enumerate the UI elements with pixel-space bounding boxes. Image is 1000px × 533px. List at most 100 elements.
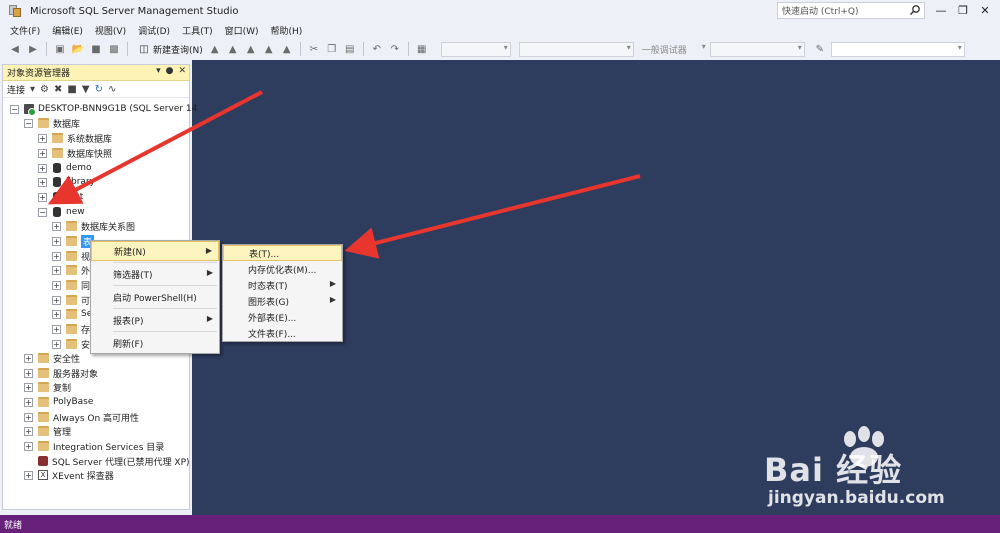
submenu-item-memory-optimized[interactable]: 内存优化表(M)...	[223, 261, 342, 277]
stop-icon[interactable]: ■	[67, 84, 76, 95]
menu-window[interactable]: 窗口(W)	[219, 24, 265, 37]
expand-icon[interactable]: +	[24, 397, 33, 407]
tree-node-test[interactable]: + test	[38, 190, 83, 204]
menu-file[interactable]: 文件(F)	[4, 24, 46, 37]
menu-item-new[interactable]: 新建(N) ▶	[91, 241, 219, 261]
platform-dropdown[interactable]	[518, 41, 634, 57]
expand-icon[interactable]: +	[52, 221, 61, 231]
expand-icon[interactable]: +	[38, 133, 47, 143]
menu-item-powershell[interactable]: 启动 PowerShell(H)	[91, 287, 219, 307]
tree-node-server[interactable]: − DESKTOP-BNN9G1B (SQL Server 14	[10, 102, 197, 116]
tree-node-storage[interactable]: + 存	[52, 322, 90, 336]
dmx-query-icon[interactable]: ▲	[244, 42, 258, 56]
menu-tools[interactable]: 工具(T)	[176, 24, 219, 37]
find-icon[interactable]: ✎	[813, 42, 827, 56]
tree-node-management[interactable]: + 管理	[24, 424, 71, 438]
tree-node-security[interactable]: + 安全性	[24, 351, 80, 365]
tree-node-db-diagrams[interactable]: + 数据库关系图	[52, 219, 135, 233]
expand-icon[interactable]: +	[38, 163, 47, 173]
tree-node-server-objects[interactable]: + 服务器对象	[24, 366, 98, 380]
tree-node-replication[interactable]: + 复制	[24, 380, 71, 394]
expand-icon[interactable]: +	[52, 309, 61, 319]
panel-close-icon[interactable]: ✕	[178, 66, 186, 76]
find-input[interactable]	[830, 41, 965, 57]
solution-config-dropdown[interactable]	[440, 41, 511, 57]
tree-node-external[interactable]: + 外	[52, 263, 90, 277]
quick-launch-input[interactable]: 快速启动 (Ctrl+Q)	[777, 2, 925, 19]
menu-debug[interactable]: 调试(D)	[132, 24, 176, 37]
forward-icon[interactable]: ▶	[26, 42, 40, 56]
open-file-icon[interactable]: 📂	[71, 42, 85, 56]
dropdown-icon[interactable]: ▾	[156, 66, 161, 76]
submenu-item-external[interactable]: 外部表(E)...	[223, 309, 342, 325]
menu-item-filter[interactable]: 筛选器(T) ▶	[91, 264, 219, 284]
menu-item-reports[interactable]: 报表(P) ▶	[91, 310, 219, 330]
connect-icon[interactable]: ⚙	[40, 84, 49, 95]
target-dropdown[interactable]	[709, 41, 805, 57]
tree-node-views[interactable]: + 视	[52, 249, 90, 263]
expand-icon[interactable]: +	[24, 441, 33, 451]
tree-node-demo[interactable]: + demo	[38, 161, 92, 175]
undo-icon[interactable]: ↶	[370, 42, 384, 56]
expand-icon[interactable]: +	[24, 382, 33, 392]
tree-node-service-broker[interactable]: + Se	[52, 307, 92, 321]
expand-icon[interactable]: +	[24, 470, 33, 480]
pin-icon[interactable]: ●	[166, 66, 174, 76]
tree-node-tables[interactable]: + 表	[52, 234, 95, 248]
screenshot-icon[interactable]: ▦	[415, 42, 429, 56]
close-icon[interactable]: ✕	[974, 2, 996, 18]
expand-icon[interactable]: +	[52, 295, 61, 305]
expand-icon[interactable]: +	[52, 265, 61, 275]
activity-icon[interactable]: ∿	[108, 84, 116, 95]
tree-node-xevent[interactable]: + X XEvent 探查器	[24, 468, 114, 482]
tree-node-integration-services[interactable]: + Integration Services 目录	[24, 439, 164, 453]
filter-icon[interactable]: ▼	[82, 84, 90, 95]
tree-node-system-databases[interactable]: + 系统数据库	[38, 131, 112, 145]
save-all-icon[interactable]: ▩	[107, 42, 121, 56]
new-query-button[interactable]: ◫ 新建查询(N)	[135, 42, 203, 56]
save-icon[interactable]: ■	[89, 42, 103, 56]
tree-node-db-snapshots[interactable]: + 数据库快照	[38, 146, 112, 160]
tree-node-databases[interactable]: − 数据库	[24, 116, 80, 130]
menu-view[interactable]: 视图(V)	[89, 24, 132, 37]
collapse-icon[interactable]: −	[24, 118, 33, 128]
collapse-icon[interactable]: −	[38, 207, 47, 217]
tree-node-synonyms[interactable]: + 同	[52, 278, 90, 292]
back-icon[interactable]: ◀	[8, 42, 22, 56]
paste-icon[interactable]: ▤	[343, 42, 357, 56]
debugger-dropdown[interactable]: 一般调试器	[638, 42, 708, 57]
expand-icon[interactable]: +	[24, 426, 33, 436]
expand-icon[interactable]: +	[52, 236, 61, 246]
expand-icon[interactable]: +	[38, 148, 47, 158]
copy-icon[interactable]: ❐	[325, 42, 339, 56]
mdx-query-icon[interactable]: ▲	[226, 42, 240, 56]
submenu-item-temporal[interactable]: 时态表(T) ▶	[223, 277, 342, 293]
tree-node-library[interactable]: + library	[38, 175, 95, 189]
submenu-item-graph[interactable]: 图形表(G) ▶	[223, 293, 342, 309]
dax-query-icon[interactable]: ▲	[280, 42, 294, 56]
tree-node-new[interactable]: − new	[38, 205, 85, 219]
expand-icon[interactable]: +	[38, 177, 47, 187]
xmla-query-icon[interactable]: ▲	[262, 42, 276, 56]
submenu-item-table[interactable]: 表(T)...	[223, 245, 342, 261]
tree-node-polybase[interactable]: + PolyBase	[24, 395, 93, 409]
expand-icon[interactable]: +	[38, 192, 47, 202]
expand-icon[interactable]: +	[52, 280, 61, 290]
tree-node-always-on[interactable]: + Always On 高可用性	[24, 410, 139, 424]
refresh-icon[interactable]: ↻	[95, 84, 103, 95]
new-project-icon[interactable]: ▣	[53, 42, 67, 56]
connect-button[interactable]: 连接	[7, 83, 25, 96]
connect-dropdown-icon[interactable]: ▾	[30, 84, 35, 95]
minimize-icon[interactable]: —	[930, 2, 952, 18]
cut-icon[interactable]: ✂	[307, 42, 321, 56]
expand-icon[interactable]: +	[52, 339, 61, 349]
expand-icon[interactable]: +	[52, 324, 61, 334]
expand-icon[interactable]: +	[24, 368, 33, 378]
disconnect-icon[interactable]: ✖	[54, 84, 62, 95]
tree-node-programmability[interactable]: + 可	[52, 293, 90, 307]
menu-help[interactable]: 帮助(H)	[265, 24, 309, 37]
menu-edit[interactable]: 编辑(E)	[46, 24, 89, 37]
db-query-icon[interactable]: ▲	[208, 42, 222, 56]
collapse-icon[interactable]: −	[10, 104, 19, 114]
expand-icon[interactable]: +	[24, 412, 33, 422]
